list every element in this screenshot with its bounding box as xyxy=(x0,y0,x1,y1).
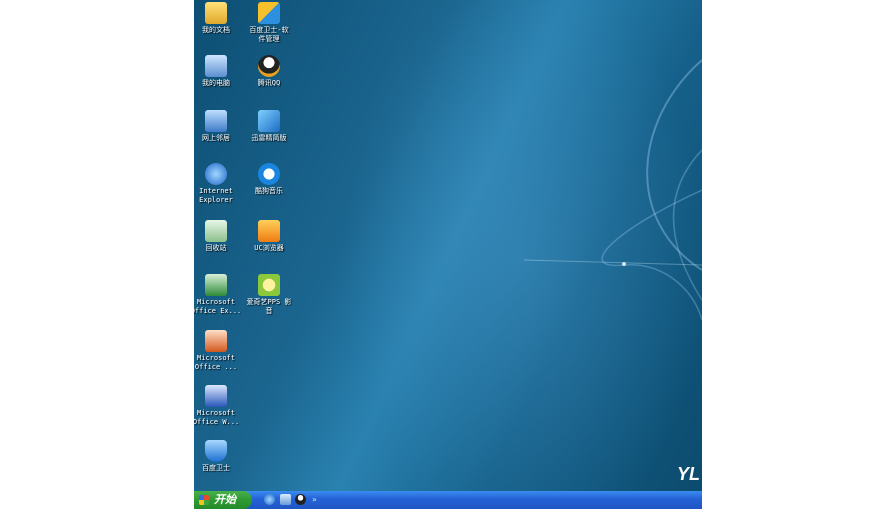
desktop-icon-uc-browser[interactable]: UC浏览器 xyxy=(240,220,298,253)
computer-icon xyxy=(205,55,227,77)
shield-icon xyxy=(205,440,227,462)
icon-label: UC浏览器 xyxy=(254,244,284,252)
qq-icon[interactable] xyxy=(295,494,306,505)
word-icon xyxy=(205,385,227,407)
network-icon xyxy=(205,110,227,132)
taskbar: 开始 » xyxy=(194,491,702,509)
icon-label: 腾讯QQ xyxy=(257,79,281,87)
icon-label: 网上邻居 xyxy=(202,134,230,142)
desktop-icon-my-computer[interactable]: 我的电脑 xyxy=(194,55,245,88)
icon-label: 百度卫士-软 件管理 xyxy=(249,26,289,43)
xunlei-bird-icon xyxy=(258,110,280,132)
icon-label: 迅雷精简版 xyxy=(251,134,287,142)
wallpaper-logo: YL xyxy=(676,464,700,484)
desktop: 我的文档 我的电脑 网上邻居 Internet Explorer 回收站 Mic… xyxy=(194,0,702,509)
desktop-icon-recycle-bin[interactable]: 回收站 xyxy=(194,220,245,253)
iqiyi-pps-icon xyxy=(258,274,280,296)
icon-label: 我的文档 xyxy=(202,26,230,34)
show-desktop-icon[interactable] xyxy=(280,494,291,505)
icon-label: Microsoft Office Ex... xyxy=(194,298,242,315)
qq-penguin-icon xyxy=(258,55,280,77)
internet-explorer-icon[interactable] xyxy=(264,494,275,505)
icon-label: 回收站 xyxy=(205,244,227,252)
icon-label: 酷狗音乐 xyxy=(255,187,283,195)
desktop-icon-my-documents[interactable]: 我的文档 xyxy=(194,2,245,35)
desktop-icon-xunlei[interactable]: 迅雷精简版 xyxy=(240,110,298,143)
icon-label: 百度卫士 xyxy=(202,464,230,472)
uc-browser-icon xyxy=(258,220,280,242)
icon-label: 爱奇艺PPS 影 音 xyxy=(246,298,292,315)
desktop-icon-kugou[interactable]: 酷狗音乐 xyxy=(240,163,298,196)
internet-explorer-icon xyxy=(205,163,227,185)
icon-label: Microsoft Office ... xyxy=(194,354,238,371)
desktop-icon-office-excel[interactable]: Microsoft Office Ex... xyxy=(194,274,245,316)
desktop-icon-iqiyi-pps[interactable]: 爱奇艺PPS 影 音 xyxy=(240,274,298,316)
quick-launch-arrow[interactable]: » xyxy=(312,495,317,504)
icon-label: Internet Explorer xyxy=(199,187,233,204)
desktop-icon-baidu-guard[interactable]: 百度卫士 xyxy=(194,440,245,473)
desktop-icon-internet-explorer[interactable]: Internet Explorer xyxy=(194,163,245,205)
desktop-icon-office-word[interactable]: Microsoft Office W... xyxy=(194,385,245,427)
desktop-icon-baidu-software-manager[interactable]: 百度卫士-软 件管理 xyxy=(240,2,298,44)
desktop-icon-office-powerpoint[interactable]: Microsoft Office ... xyxy=(194,330,245,372)
powerpoint-icon xyxy=(205,330,227,352)
recycle-bin-icon xyxy=(205,220,227,242)
windows-flag-icon xyxy=(199,495,209,505)
icon-label: Microsoft Office W... xyxy=(194,409,240,426)
desktop-icon-tencent-qq[interactable]: 腾讯QQ xyxy=(240,55,298,88)
start-label: 开始 xyxy=(214,494,236,506)
start-button[interactable]: 开始 xyxy=(194,491,252,509)
software-manager-icon xyxy=(258,2,280,24)
icon-label: 我的电脑 xyxy=(202,79,230,87)
desktop-icon-network[interactable]: 网上邻居 xyxy=(194,110,245,143)
folder-icon xyxy=(205,2,227,24)
excel-icon xyxy=(205,274,227,296)
kugou-icon xyxy=(258,163,280,185)
